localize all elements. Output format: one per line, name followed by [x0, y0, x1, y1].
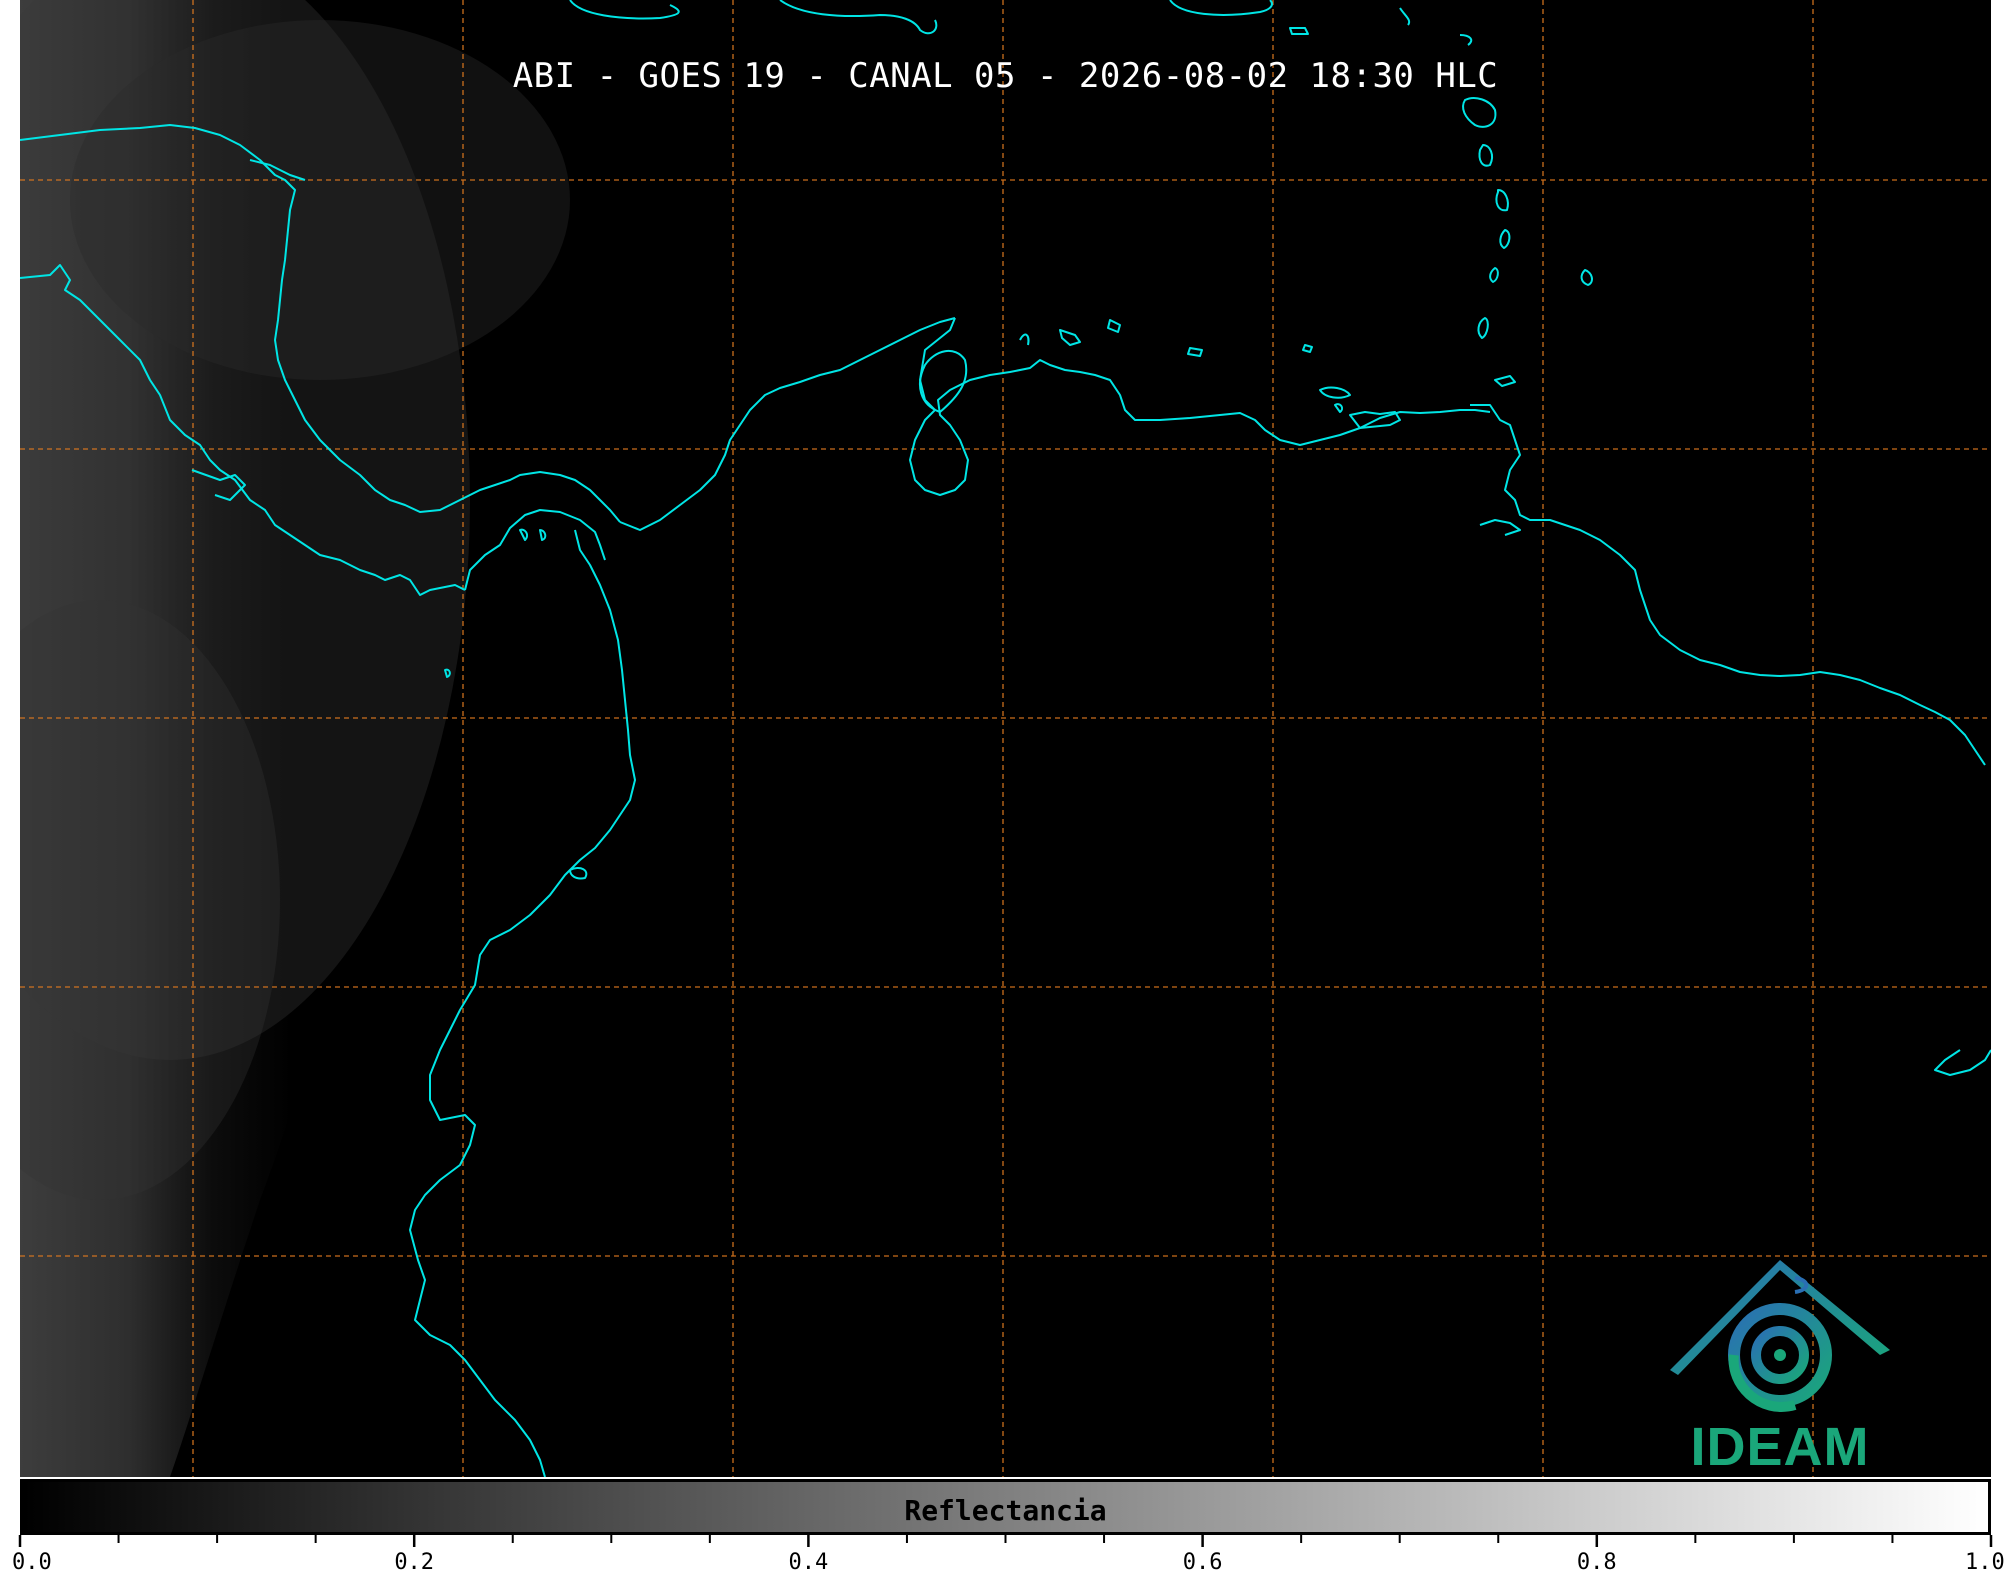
tick-label: 0.4 [788, 1550, 829, 1575]
tick-label: 0.2 [394, 1550, 435, 1575]
tick-label: 0.0 [12, 1550, 52, 1575]
colorbar-label: Reflectancia [904, 1494, 1107, 1527]
colorbar: Reflectancia [20, 1479, 1991, 1535]
tick-label: 0.8 [1576, 1550, 1617, 1575]
tick-label: 0.6 [1182, 1550, 1223, 1575]
logo-text: IDEAM [1690, 1417, 1870, 1477]
colorbar-ticks [18, 1535, 1993, 1547]
tick-label: 1.0 [1965, 1550, 2005, 1575]
map-title: ABI - GOES 19 - CANAL 05 - 2026-08-02 18… [512, 56, 1499, 96]
